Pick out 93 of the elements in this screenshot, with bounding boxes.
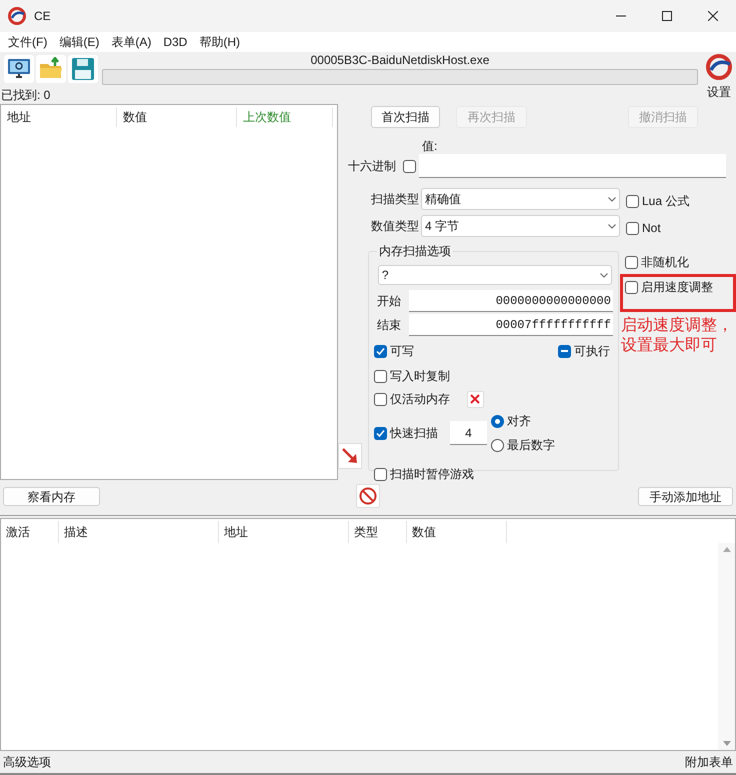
address-field[interactable]: 00007fffffffffff — [408, 314, 613, 336]
monitor-icon — [7, 57, 31, 81]
checkbox-label: 快速扫描 — [390, 425, 438, 442]
checkbox[interactable] — [374, 468, 387, 480]
close-icon — [708, 11, 718, 21]
checkbox-label: Lua 公式 — [642, 193, 690, 210]
radio-label: 对齐 — [506, 413, 531, 430]
checkbox-label: 可写 — [390, 343, 414, 360]
memory-view-button[interactable]: 察看内存 — [3, 486, 100, 506]
save-button[interactable] — [68, 55, 98, 83]
chevron-down-icon — [600, 272, 608, 278]
column-header[interactable]: 地址 — [219, 521, 349, 543]
app-logo-icon — [706, 54, 732, 80]
close-icon — [470, 394, 480, 404]
dash-icon — [561, 350, 568, 352]
checkmark-icon — [376, 428, 385, 438]
clear-button[interactable] — [466, 390, 484, 408]
annotation-text: 启动速度调整，设置最大即可 — [621, 316, 733, 356]
checkbox[interactable] — [558, 344, 571, 358]
stop-button[interactable] — [356, 484, 380, 508]
alignment-value: 4 — [465, 424, 472, 442]
radio-button[interactable] — [490, 414, 504, 428]
folder-icon — [39, 57, 63, 81]
alignment-field[interactable]: 4 — [450, 421, 487, 445]
scrollbar[interactable] — [718, 543, 735, 750]
process-title: 00005B3C-BaiduNetdiskHost.exe — [310, 53, 490, 68]
checkbox-label: 仅活动内存 — [390, 391, 450, 408]
group-title: 内存扫描选项 — [376, 244, 453, 258]
open-process-button[interactable] — [4, 55, 34, 83]
checkbox-label: 可执行 — [574, 343, 610, 360]
settings-button[interactable] — [705, 53, 733, 81]
add-address-button[interactable]: 手动添加地址 — [638, 486, 733, 506]
field-label: 数值类型 — [371, 218, 420, 235]
table-extras-link[interactable]: 附加表单 — [685, 753, 733, 771]
column-header[interactable]: 地址 — [1, 107, 117, 127]
add-to-list-button[interactable] — [338, 443, 362, 469]
checkbox[interactable] — [625, 256, 638, 268]
checkbox-label: 写入时复制 — [390, 368, 450, 385]
column-header[interactable]: 数值 — [117, 107, 237, 127]
menu-item[interactable]: 帮助(H) — [193, 33, 246, 51]
checkmark-icon — [376, 346, 385, 356]
checkbox[interactable] — [625, 280, 638, 294]
menu-item[interactable]: 表单(A) — [105, 33, 158, 51]
dropdown[interactable]: 精确值 — [421, 188, 620, 210]
checkbox[interactable] — [374, 370, 387, 382]
address-value: 0000000000000000 — [496, 292, 611, 310]
checkbox[interactable] — [403, 160, 416, 172]
settings-label: 设置 — [707, 85, 731, 99]
checkbox[interactable] — [374, 392, 387, 406]
menu-item[interactable]: 文件(F) — [2, 33, 54, 51]
field-label: 开始 — [376, 293, 402, 310]
checkbox-label: 十六进制 — [348, 158, 396, 175]
no-entry-icon — [359, 487, 377, 505]
checkbox-label: 启用速度调整 — [641, 279, 713, 296]
address-field[interactable]: 0000000000000000 — [408, 290, 613, 312]
menu-item[interactable]: D3D — [157, 33, 194, 51]
column-header[interactable]: 激活 — [1, 521, 59, 543]
checkbox[interactable] — [626, 194, 639, 208]
value-input[interactable] — [419, 154, 726, 178]
dropdown[interactable]: 4 字节 — [421, 215, 620, 237]
dropdown[interactable]: ? — [378, 265, 612, 285]
checkbox[interactable] — [374, 344, 387, 358]
maximize-icon — [662, 11, 672, 21]
advanced-options-link[interactable]: 高级选项 — [3, 753, 51, 771]
chevron-down-icon — [608, 224, 616, 228]
dropdown-value: 4 字节 — [425, 218, 460, 235]
window-title: CE — [34, 8, 51, 25]
dropdown-value: ? — [382, 267, 389, 284]
checkbox[interactable] — [626, 222, 639, 234]
radio-label: 最后数字 — [506, 437, 555, 454]
column-header[interactable]: 类型 — [349, 521, 407, 543]
checkbox-label: 扫描时暂停游戏 — [390, 466, 474, 483]
scroll-up-icon — [722, 547, 730, 552]
scroll-down-icon — [722, 741, 730, 746]
menu-item[interactable]: 编辑(E) — [53, 33, 106, 51]
dropdown-value: 精确值 — [425, 191, 461, 208]
checkbox-label: Not — [642, 220, 661, 237]
address-value: 00007fffffffffff — [496, 316, 611, 334]
chevron-down-icon — [608, 196, 616, 202]
value-label: 值: — [422, 138, 438, 154]
found-count: 已找到: 0 — [0, 87, 52, 104]
column-header[interactable]: 上次数值 — [237, 107, 333, 127]
app-logo-icon — [8, 7, 26, 25]
checkbox-label: 非随机化 — [641, 254, 689, 271]
column-header[interactable]: 描述 — [59, 521, 219, 543]
field-label: 扫描类型 — [371, 191, 420, 208]
field-label: 结束 — [376, 317, 402, 334]
scan-button[interactable]: 首次扫描 — [371, 106, 440, 128]
radio-button[interactable] — [490, 438, 504, 452]
column-header[interactable]: 数值 — [407, 521, 507, 543]
open-file-button[interactable] — [36, 55, 66, 83]
checkbox[interactable] — [374, 426, 387, 440]
arrow-icon — [340, 447, 359, 465]
